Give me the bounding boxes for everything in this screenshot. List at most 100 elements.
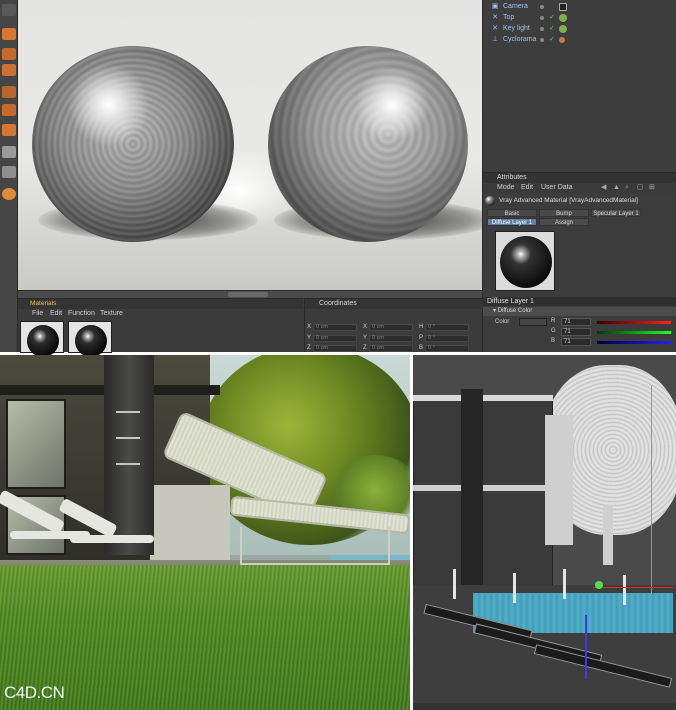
light-icon: ✕ xyxy=(492,14,498,21)
b-slider[interactable] xyxy=(597,341,671,344)
coord-field[interactable]: 0 ° xyxy=(425,335,469,342)
coord-field[interactable]: 0 cm xyxy=(369,335,413,342)
section-diffuse-layer: Diffuse Layer 1 xyxy=(483,297,676,306)
object-row-key-light[interactable]: ✕ Key light ✓ xyxy=(483,24,676,34)
tool-checker-icon[interactable] xyxy=(2,146,16,158)
wire-post xyxy=(453,569,456,599)
coord-field[interactable]: 0 ° xyxy=(425,324,469,331)
coord-field[interactable]: 0 ° xyxy=(425,345,469,352)
menu-edit[interactable]: Edit xyxy=(521,183,533,193)
lock-icon[interactable]: ▢ xyxy=(637,183,644,193)
enabled-check-icon[interactable]: ✓ xyxy=(549,35,555,45)
tab-bump[interactable]: Bump xyxy=(539,209,589,217)
object-row-top[interactable]: ✕ Top ✓ xyxy=(483,13,676,23)
coord-field[interactable]: 0 cm xyxy=(313,345,357,352)
preview-ball xyxy=(500,236,552,288)
light-tag-icon[interactable] xyxy=(559,25,567,33)
light-tag-icon[interactable] xyxy=(559,14,567,22)
b-input[interactable]: 71 xyxy=(561,338,591,346)
material-thumbnail[interactable] xyxy=(20,321,64,357)
column-light xyxy=(116,411,140,413)
tool-move-icon[interactable] xyxy=(2,4,16,16)
r-input[interactable]: 71 xyxy=(561,318,591,326)
coordinates-manager: Coordinates X 0 cm X 0 cm H 0 ° Y 0 cm Y… xyxy=(304,298,483,353)
up-arrow-icon[interactable]: ▲ xyxy=(613,183,620,193)
menu-file[interactable]: File xyxy=(32,309,43,318)
tool-grid-icon[interactable] xyxy=(2,166,16,178)
axis-x[interactable] xyxy=(593,587,673,588)
axis-y[interactable] xyxy=(651,385,652,595)
tool-texture-icon[interactable] xyxy=(2,64,16,76)
coord-row-2: Y 0 cm Y 0 cm P 0 ° xyxy=(305,334,483,343)
coord-row-1: X 0 cm X 0 cm H 0 ° xyxy=(305,323,483,332)
menu-user-data[interactable]: User Data xyxy=(541,183,573,193)
wire-house xyxy=(413,395,553,595)
lounger-seat xyxy=(70,535,154,543)
tool-sphere-icon[interactable] xyxy=(2,188,16,200)
viewport-scrollbar[interactable] xyxy=(18,290,482,298)
render-viewport[interactable] xyxy=(18,0,482,290)
new-panel-icon[interactable]: ⊞ xyxy=(649,183,655,193)
tab-diffuse-layer-1[interactable]: Diffuse Layer 1 xyxy=(487,218,537,226)
tab-basic[interactable]: Basic xyxy=(487,209,537,217)
menu-edit[interactable]: Edit xyxy=(50,309,62,318)
subsection-diffuse-color[interactable]: ▾ Diffuse Color xyxy=(483,307,676,316)
tool-cube-icon[interactable] xyxy=(2,28,16,40)
color-label: Color xyxy=(495,319,510,325)
materials-menu: File Edit Function Texture xyxy=(18,309,303,318)
b-label: B xyxy=(551,338,556,344)
wire-post xyxy=(513,573,516,603)
g-slider[interactable] xyxy=(597,331,671,334)
axis-z[interactable] xyxy=(585,615,587,679)
material-preview xyxy=(495,231,555,291)
material-icon xyxy=(485,196,495,206)
tab-assign[interactable]: Assign xyxy=(539,218,589,226)
visibility-dot[interactable] xyxy=(540,38,544,42)
coord-field[interactable]: 0 cm xyxy=(369,345,413,352)
color-swatch[interactable] xyxy=(519,318,547,326)
materials-manager: Materials File Edit Function Texture xyxy=(18,298,303,357)
visibility-dot[interactable] xyxy=(540,5,544,9)
material-ball xyxy=(75,325,107,357)
attributes-menu: Mode Edit User Data ◀ ▲ ⌕ ▢ ⊞ xyxy=(483,183,676,193)
tool-edge-icon[interactable] xyxy=(2,104,16,116)
coord-field[interactable]: 0 cm xyxy=(369,324,413,331)
wireframe-viewport[interactable] xyxy=(413,355,676,710)
visibility-dot[interactable] xyxy=(540,27,544,31)
camera-tag-icon[interactable] xyxy=(559,3,567,11)
r-slider[interactable] xyxy=(597,321,671,324)
enabled-check-icon[interactable]: ✓ xyxy=(549,24,555,34)
material-thumbnail[interactable] xyxy=(68,321,112,357)
coord-field[interactable]: 0 cm xyxy=(313,324,357,331)
object-row-camera[interactable]: ▣ Camera xyxy=(483,2,676,12)
lounge-chair-frame xyxy=(240,527,390,565)
material-ball xyxy=(27,325,59,357)
chrome-sphere-right xyxy=(268,46,468,242)
menu-function[interactable]: Function xyxy=(68,309,95,318)
wire-wall xyxy=(545,415,573,545)
g-input[interactable]: 71 xyxy=(561,328,591,336)
material-name: Vray Advanced Material [VrayAdvancedMate… xyxy=(499,197,638,204)
tool-camera-icon[interactable] xyxy=(2,48,16,60)
tool-points-icon[interactable] xyxy=(2,124,16,136)
search-icon[interactable]: ⌕ xyxy=(625,183,629,193)
attributes-manager: Attributes Mode Edit User Data ◀ ▲ ⌕ ▢ ⊞… xyxy=(482,172,676,352)
coord-field[interactable]: 0 cm xyxy=(313,335,357,342)
column-light xyxy=(116,437,140,439)
coordinates-title: Coordinates xyxy=(305,299,483,309)
attributes-title: Attributes xyxy=(483,173,676,183)
visibility-dot[interactable] xyxy=(540,16,544,20)
menu-mode[interactable]: Mode xyxy=(497,183,515,193)
scrollbar-thumb[interactable] xyxy=(228,292,268,297)
back-arrow-icon[interactable]: ◀ xyxy=(601,183,606,193)
enabled-check-icon[interactable]: ✓ xyxy=(549,13,555,23)
g-label: G xyxy=(551,328,556,334)
object-row-cyclorama[interactable]: ⊥ Cyclorama ✓ xyxy=(483,35,676,45)
axis-handle-icon[interactable] xyxy=(595,581,603,589)
tool-polygon-icon[interactable] xyxy=(2,86,16,98)
cyclorama-icon: ⊥ xyxy=(491,36,499,43)
menu-texture[interactable]: Texture xyxy=(100,309,123,318)
coord-row-3: Z 0 cm Z 0 cm B 0 ° xyxy=(305,344,483,353)
material-tag-icon[interactable] xyxy=(559,37,565,43)
tab-specular-layer-1[interactable]: Specular Layer 1 xyxy=(591,209,641,217)
